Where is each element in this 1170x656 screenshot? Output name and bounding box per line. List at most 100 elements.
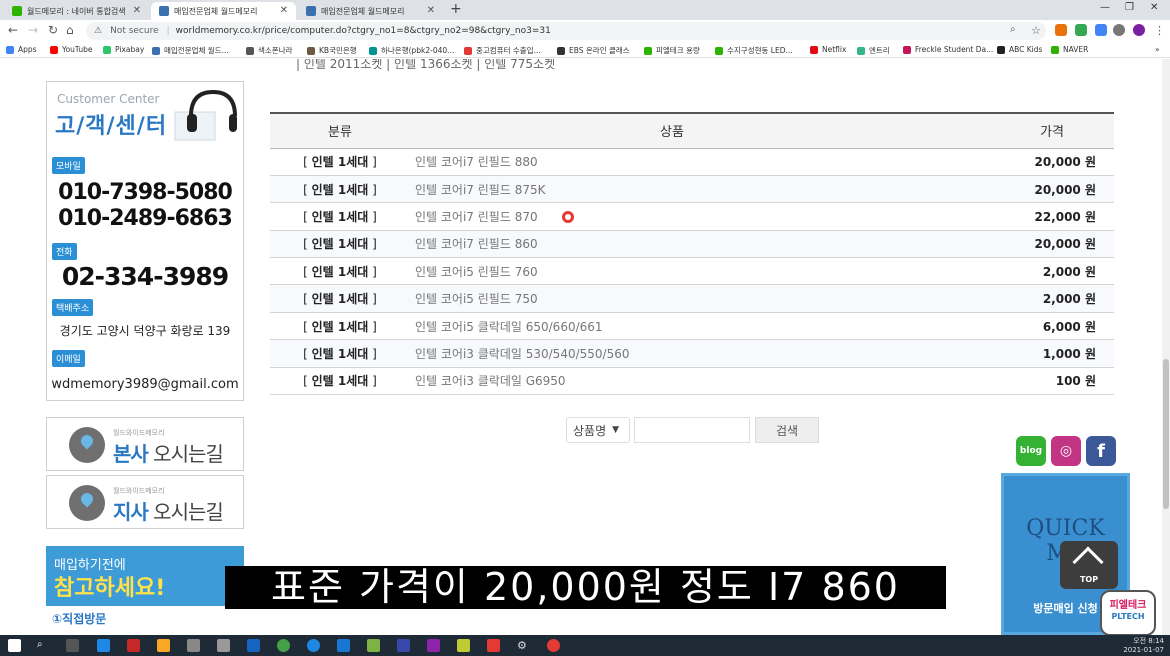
edge-icon[interactable]: [337, 639, 350, 652]
extension-icon[interactable]: [1095, 24, 1107, 36]
file-explorer-icon[interactable]: [157, 639, 170, 652]
abc-kids-icon: [997, 45, 1005, 54]
bookmark-star-icon[interactable]: ☆: [1031, 24, 1043, 37]
url-field[interactable]: ⚠ Not secure | worldmemory.co.kr/price/c…: [86, 22, 1046, 40]
table-row[interactable]: [ 인텔 1세대 ] 인텔 코어i3 클락데일 G6950 100 원: [270, 367, 1114, 396]
headquarters-directions-button[interactable]: 월드와이드메모리 본사 오시는길: [46, 417, 244, 471]
page-scrollbar[interactable]: [1162, 59, 1170, 635]
profile-icon[interactable]: [1113, 24, 1125, 36]
table-row[interactable]: [ 인텔 1세대 ] 인텔 코어i7 린필드 860 20,000 원: [270, 230, 1114, 259]
product-cell: 인텔 코어i5 린필드 760: [410, 257, 934, 286]
app-icon[interactable]: [427, 639, 440, 652]
globe-icon: [246, 46, 254, 55]
bookmark-pltech[interactable]: 피엘테크 용량: [644, 45, 700, 56]
naver-icon: [12, 6, 22, 16]
back-icon[interactable]: ←: [8, 23, 18, 37]
purchase-notice-banner[interactable]: 매입하기전에 참고하세요! ①직접방문: [46, 546, 244, 635]
scrollbar-thumb[interactable]: [1163, 359, 1169, 509]
app-icon[interactable]: [397, 639, 410, 652]
mouse-cursor-indicator: [562, 211, 574, 223]
recorder-icon[interactable]: [547, 639, 560, 652]
bookmark-hana[interactable]: 하나은행(pbk2-040...: [369, 45, 454, 56]
account-avatar[interactable]: [1133, 24, 1145, 36]
app-icon[interactable]: [217, 639, 230, 652]
bookmark-pixabay[interactable]: Pixabay: [103, 45, 144, 54]
search-button[interactable]: 검색: [755, 417, 819, 443]
system-clock[interactable]: 오전 8:14 2021-01-07: [1123, 637, 1164, 655]
bookmark-label: 색소폰나라: [258, 46, 293, 55]
browser-tab-2-active[interactable]: 매입전문업체 월드메모리 ✕: [151, 2, 296, 20]
video-subtitle: 표준 가격이 20,000원 정도 I7 860: [225, 566, 946, 609]
app-icon[interactable]: [247, 639, 260, 652]
bookmark-saxophone[interactable]: 색소폰나라: [246, 45, 293, 56]
table-row[interactable]: [ 인텔 1세대 ] 인텔 코어i5 린필드 760 2,000 원: [270, 257, 1114, 286]
bookmark-freckle[interactable]: Freckle Student Da...: [903, 45, 993, 54]
app-icon[interactable]: [487, 639, 500, 652]
close-tab-icon[interactable]: ✕: [133, 5, 141, 16]
table-row[interactable]: [ 인텔 1세대 ] 인텔 코어i7 린필드 875K 20,000 원: [270, 175, 1114, 204]
task-view-icon[interactable]: [66, 639, 79, 652]
bookmark-kb[interactable]: KB국민은행: [307, 45, 357, 56]
menu-icon[interactable]: ⋮: [1154, 24, 1166, 37]
scroll-top-button[interactable]: TOP: [1060, 541, 1118, 589]
app-icon[interactable]: [127, 639, 140, 652]
product-cell: 인텔 코어i7 린필드 870: [410, 202, 934, 231]
table-row[interactable]: [ 인텔 1세대 ] 인텔 코어i7 린필드 880 20,000 원: [270, 148, 1114, 176]
not-secure-icon[interactable]: ⚠: [94, 26, 102, 36]
circle-icon: [464, 46, 472, 55]
zoom-icon[interactable]: ⌕: [1010, 24, 1022, 36]
bookmark-ebs[interactable]: EBS 온라인 클래스: [557, 45, 630, 56]
branch-directions-button[interactable]: 월드와이드메모리 지사 오시는길: [46, 475, 244, 529]
table-row[interactable]: [ 인텔 1세대 ] 인텔 코어i7 린필드 870 22,000 원: [270, 202, 1114, 231]
location-title: 지사 오시는길: [113, 500, 224, 524]
price-table: 분류 상품 가격 [ 인텔 1세대 ] 인텔 코어i7 린필드 880 20,0…: [270, 112, 1114, 396]
location-brand: 월드와이드메모리: [113, 429, 165, 437]
bookmark-youtube[interactable]: YouTube: [50, 45, 93, 54]
forward-icon[interactable]: →: [28, 23, 38, 37]
bookmark-naver[interactable]: NAVER: [1051, 45, 1088, 54]
bookmark-label: 하나은행(pbk2-040...: [381, 46, 455, 55]
bookmark-worldmemory[interactable]: 매입전문업체 월드...: [152, 45, 229, 56]
settings-gear-icon[interactable]: ⚙: [517, 639, 530, 652]
search-icon[interactable]: ⌕: [37, 639, 50, 652]
chrome-icon[interactable]: [277, 639, 290, 652]
new-tab-button[interactable]: +: [450, 1, 462, 17]
maximize-button[interactable]: ❐: [1125, 2, 1134, 13]
price-cell: 1,000 원: [934, 339, 1114, 368]
app-icon[interactable]: [457, 639, 470, 652]
bookmark-used-computer[interactable]: 중고컴퓨터 수출입...: [464, 45, 541, 56]
bookmark-label: Freckle Student Da...: [915, 45, 994, 54]
close-window-button[interactable]: ✕: [1150, 2, 1158, 13]
close-tab-icon[interactable]: ✕: [280, 5, 288, 16]
category-filter-strip[interactable]: | 인텔 2011소켓 | 인텔 1366소켓 | 인텔 775소켓: [296, 59, 555, 72]
more-bookmarks-icon[interactable]: »: [1155, 45, 1160, 54]
table-row[interactable]: [ 인텔 1세대 ] 인텔 코어i5 클락데일 650/660/661 6,00…: [270, 312, 1114, 341]
blog-icon[interactable]: blog: [1016, 436, 1046, 466]
mail-icon[interactable]: [97, 639, 110, 652]
extension-icon[interactable]: [1075, 24, 1087, 36]
minimize-button[interactable]: —: [1100, 2, 1110, 13]
bookmark-abc-kids[interactable]: ABC Kids: [997, 45, 1042, 54]
bookmark-entry[interactable]: 엔트리: [857, 45, 890, 56]
search-input[interactable]: [634, 417, 750, 443]
store-icon[interactable]: [187, 639, 200, 652]
close-tab-icon[interactable]: ✕: [427, 5, 435, 16]
mobile-number-2: 010-2489-6863: [58, 206, 233, 231]
table-row[interactable]: [ 인텔 1세대 ] 인텔 코어i5 린필드 750 2,000 원: [270, 284, 1114, 313]
extension-icon[interactable]: [1055, 24, 1067, 36]
reload-icon[interactable]: ↻: [48, 23, 58, 37]
table-row[interactable]: [ 인텔 1세대 ] 인텔 코어i3 클락데일 530/540/550/560 …: [270, 339, 1114, 368]
browser-tab-3[interactable]: 매입전문업체 월드메모리 ✕: [298, 2, 443, 20]
bookmark-netflix[interactable]: Netflix: [810, 45, 846, 54]
facebook-icon[interactable]: f: [1086, 436, 1116, 466]
bookmark-suji-led[interactable]: 수지구성현동 LED...: [715, 45, 793, 56]
app-icon[interactable]: [367, 639, 380, 652]
search-field-select[interactable]: 상품명 ▼: [566, 417, 630, 443]
home-icon[interactable]: ⌂: [66, 23, 74, 37]
ie-icon[interactable]: [307, 639, 320, 652]
windows-start-icon[interactable]: [8, 639, 21, 652]
browser-tab-1[interactable]: 월드메모리 : 네이버 통합검색 ✕: [4, 2, 149, 20]
bookmark-apps[interactable]: Apps: [6, 45, 37, 54]
select-value: 상품명: [573, 423, 607, 438]
instagram-icon[interactable]: ◎: [1051, 436, 1081, 466]
